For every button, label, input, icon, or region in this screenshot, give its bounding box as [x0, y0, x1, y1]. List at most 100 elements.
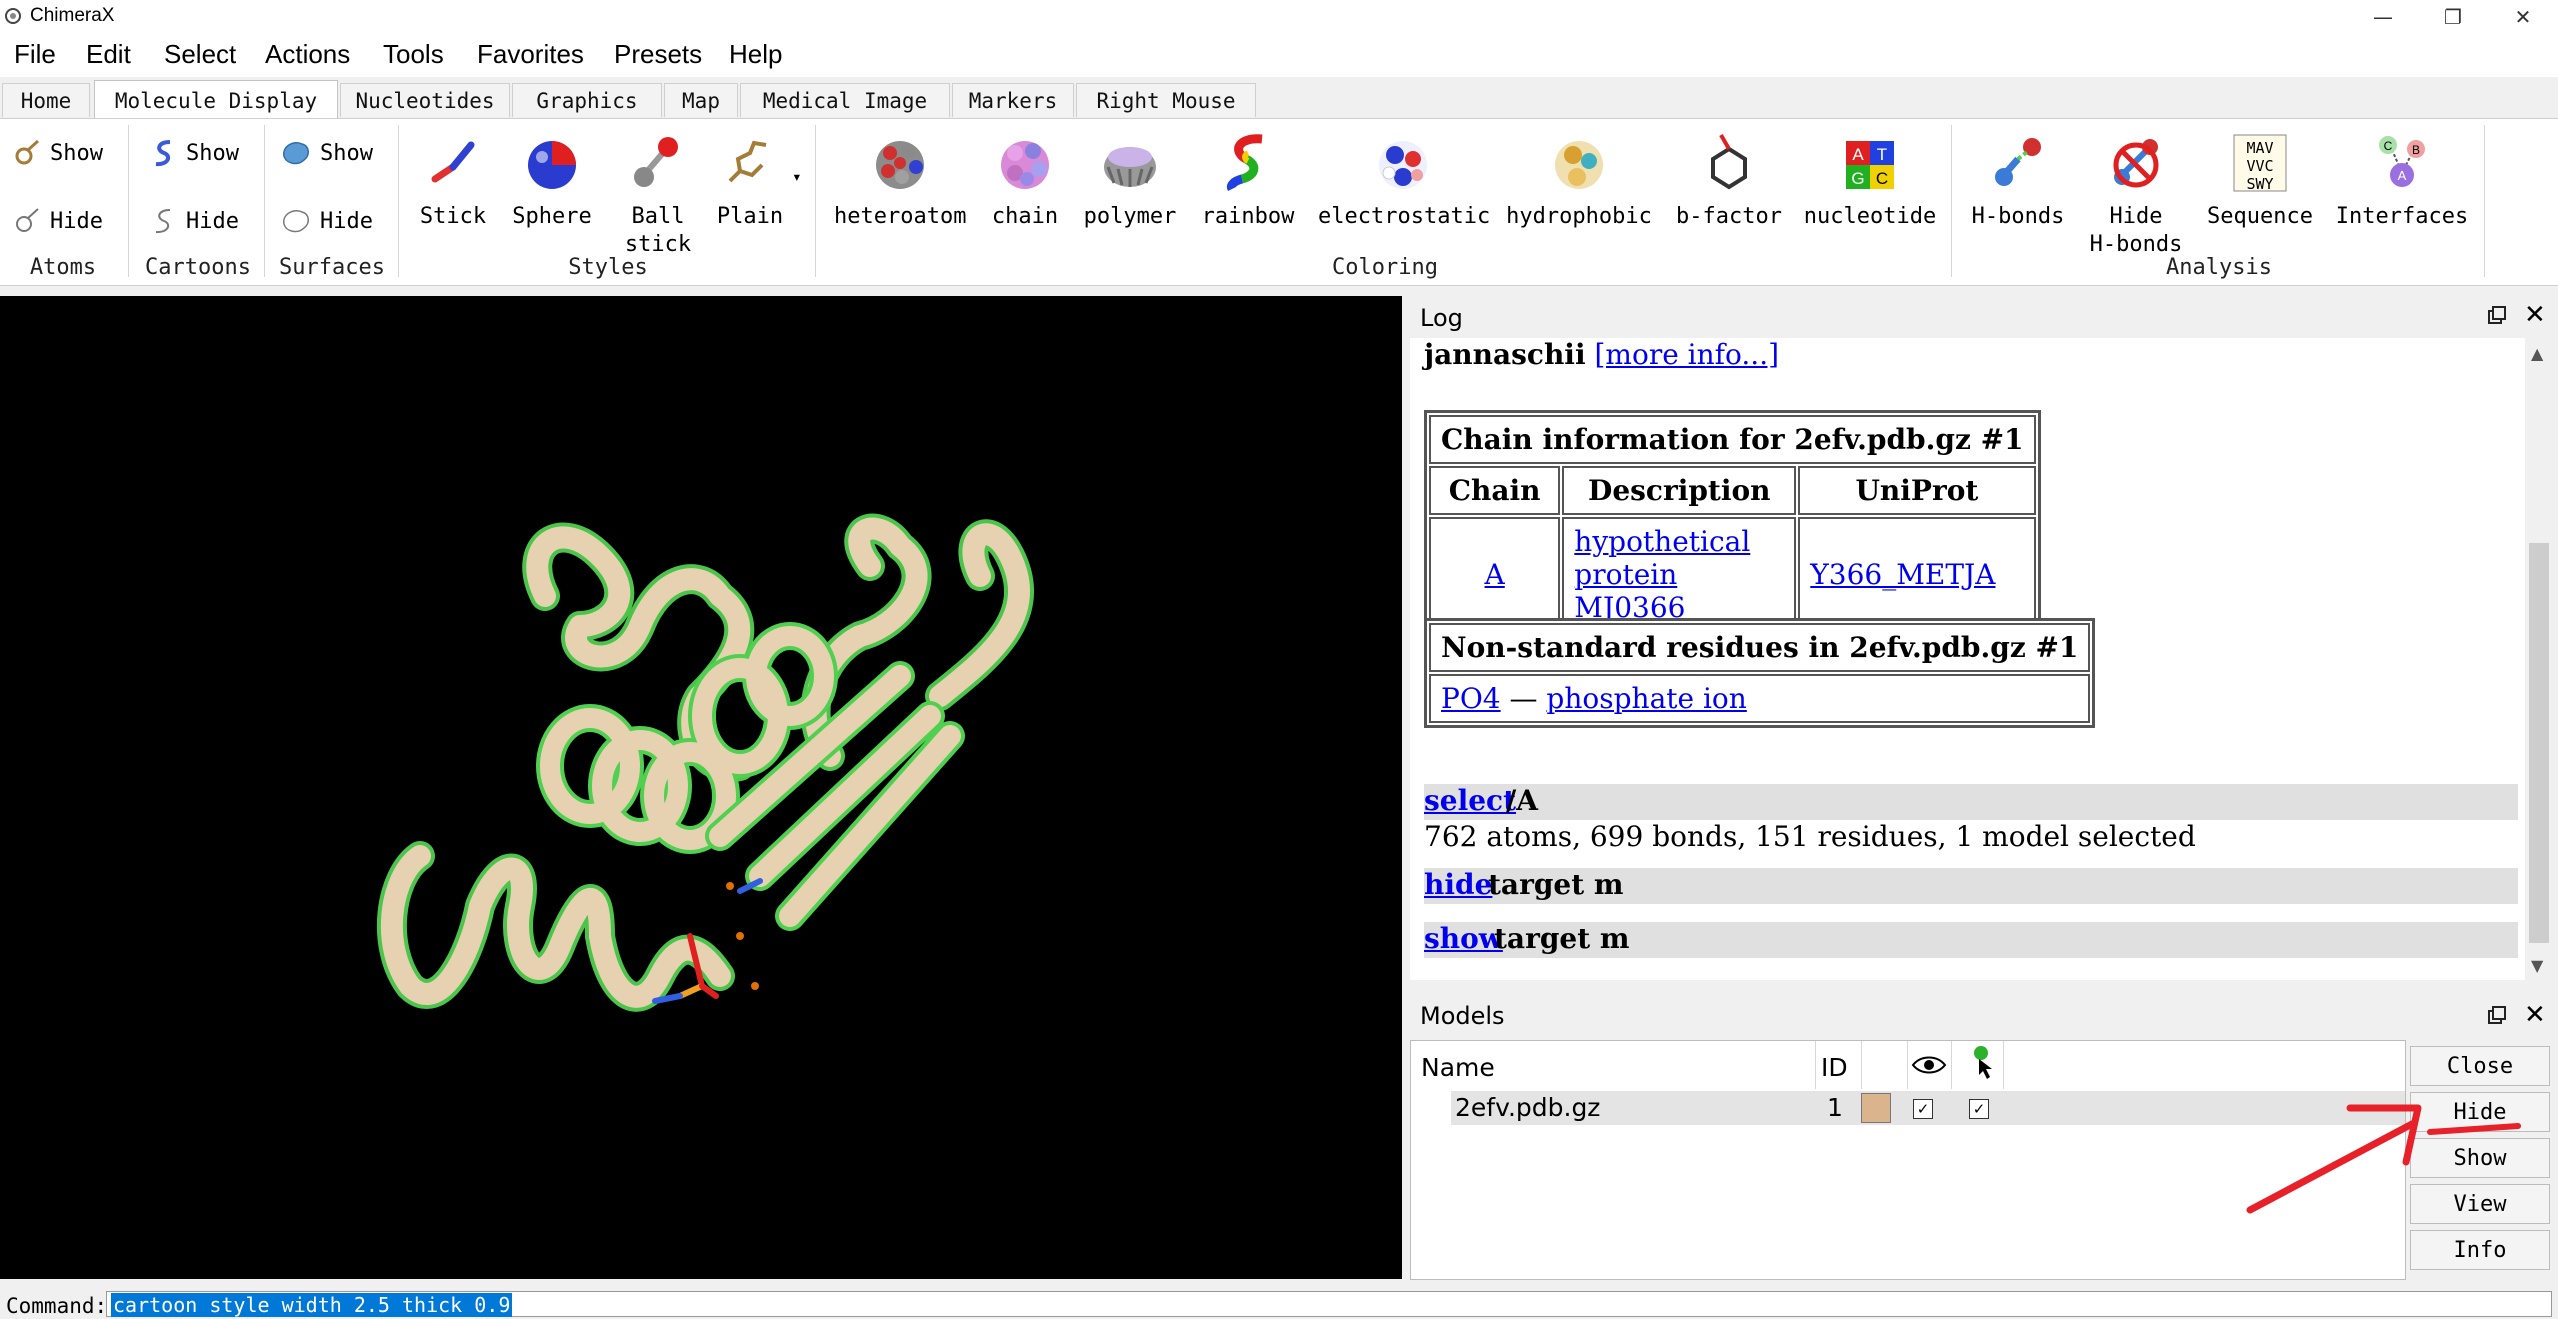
- command-input[interactable]: cartoon style width 2.5 thick 0.9: [106, 1291, 2552, 1317]
- hide-hbonds-button[interactable]: Hide H-bonds: [2086, 131, 2186, 259]
- log-close-icon[interactable]: ✕: [2524, 300, 2546, 330]
- surfaces-hide-button[interactable]: Hide: [280, 203, 373, 239]
- chain-info-table: Chain information for 2efv.pdb.gz #1 Cha…: [1424, 410, 2041, 637]
- ball-stick-icon: [634, 137, 678, 187]
- close-window-button[interactable]: ✕: [2488, 0, 2558, 33]
- style-sphere-button[interactable]: Sphere: [506, 131, 598, 231]
- cartoons-show-button[interactable]: Show: [148, 135, 239, 171]
- menu-favorites[interactable]: Favorites: [477, 39, 584, 70]
- color-electrostatic-button[interactable]: electrostatic: [1318, 131, 1491, 231]
- menu-tools[interactable]: Tools: [383, 39, 444, 70]
- model-color-swatch[interactable]: [1861, 1093, 1891, 1123]
- tab-markers[interactable]: Markers: [952, 83, 1074, 117]
- atoms-hide-label: Hide: [50, 208, 103, 234]
- graphics-viewport[interactable]: [0, 296, 1402, 1279]
- chain-label: chain: [991, 204, 1059, 229]
- log-command-link[interactable]: show: [1424, 922, 1503, 955]
- nucleotide-label: nucleotide: [1803, 204, 1937, 229]
- menu-edit[interactable]: Edit: [86, 39, 131, 70]
- scroll-up-icon[interactable]: ▲: [2531, 344, 2543, 363]
- description-link[interactable]: hypothetical protein MJ0366: [1574, 525, 1750, 624]
- more-info-link[interactable]: [more info...]: [1594, 338, 1779, 371]
- log-command-link[interactable]: hide: [1424, 868, 1492, 901]
- log-command-args: target m: [1488, 868, 1624, 901]
- scroll-down-icon[interactable]: ▼: [2531, 956, 2543, 975]
- style-plain-button[interactable]: Plain: [712, 131, 788, 231]
- menu-help[interactable]: Help: [729, 39, 782, 70]
- column-divider: [1951, 1041, 1952, 1089]
- style-stick-button[interactable]: Stick: [412, 131, 494, 231]
- restore-button[interactable]: ❐: [2418, 0, 2488, 33]
- annotation-arrow: [2246, 1104, 2521, 1214]
- style-ball-stick-button[interactable]: Ball stick: [618, 131, 698, 259]
- chain-table-header: Chain: [1429, 466, 1561, 515]
- menu-presets[interactable]: Presets: [614, 39, 702, 70]
- tab-medical-image[interactable]: Medical Image: [740, 83, 950, 117]
- menu-file[interactable]: File: [14, 39, 56, 70]
- electrostatic-label: electrostatic: [1318, 204, 1491, 229]
- atoms-show-icon: [15, 139, 40, 165]
- undock-icon[interactable]: [2488, 1006, 2506, 1024]
- color-nucleotide-button[interactable]: A T G C nucleotide: [1802, 131, 1938, 231]
- chevron-down-icon[interactable]: ▾: [792, 167, 802, 186]
- models-header-id: ID: [1821, 1053, 1848, 1082]
- phosphate-ion-link[interactable]: phosphate ion: [1546, 682, 1746, 715]
- group-label-cartoons: Cartoons: [145, 255, 251, 280]
- column-divider: [1861, 1041, 1862, 1089]
- color-heteroatom-button[interactable]: heteroatom: [834, 131, 966, 231]
- ribbon-divider: [128, 125, 129, 277]
- hydrophobic-label: hydrophobic: [1506, 204, 1652, 229]
- menu-select[interactable]: Select: [164, 39, 236, 70]
- log-content: jannaschii [more info...] Chain informat…: [1410, 338, 2525, 980]
- tab-map[interactable]: Map: [664, 83, 738, 117]
- tab-home[interactable]: Home: [2, 83, 90, 117]
- atoms-show-button[interactable]: Show: [12, 135, 103, 171]
- shown-checkbox[interactable]: ✓: [1913, 1099, 1933, 1119]
- models-panel-title: Models: [1420, 1002, 1505, 1030]
- models-close-icon[interactable]: ✕: [2524, 1000, 2546, 1030]
- log-scrollbar[interactable]: ▲ ▼: [2525, 338, 2553, 980]
- nonstd-table-caption: Non-standard residues in 2efv.pdb.gz #1: [1429, 623, 2091, 672]
- color-bfactor-button[interactable]: b-factor: [1670, 131, 1788, 231]
- undock-icon[interactable]: [2488, 306, 2506, 324]
- uniprot-link[interactable]: Y366_METJA: [1810, 558, 1995, 591]
- tab-graphics[interactable]: Graphics: [512, 83, 662, 117]
- nonstandard-residues-table: Non-standard residues in 2efv.pdb.gz #1 …: [1424, 618, 2096, 728]
- hbonds-button[interactable]: H-bonds: [1968, 131, 2068, 231]
- menu-actions[interactable]: Actions: [265, 39, 350, 70]
- selected-checkbox[interactable]: ✓: [1969, 1099, 1989, 1119]
- hbonds-label: H-bonds: [1971, 204, 2065, 229]
- chain-a-link[interactable]: A: [1485, 558, 1505, 591]
- cartoons-show-label: Show: [186, 140, 239, 166]
- color-hydrophobic-button[interactable]: hydrophobic: [1506, 131, 1652, 231]
- tab-right-mouse[interactable]: Right Mouse: [1076, 83, 1256, 117]
- color-chain-button[interactable]: chain: [984, 131, 1066, 231]
- log-organism: jannaschii: [1424, 338, 1586, 371]
- rainbow-label: rainbow: [1201, 204, 1295, 229]
- model-close-button[interactable]: Close: [2410, 1046, 2550, 1086]
- cartoons-hide-label: Hide: [186, 208, 239, 234]
- minimize-button[interactable]: —: [2348, 0, 2418, 33]
- atoms-hide-button[interactable]: Hide: [12, 203, 103, 239]
- cartoons-hide-button[interactable]: Hide: [148, 203, 239, 239]
- hydrophobic-icon: [1555, 141, 1603, 189]
- surfaces-show-button[interactable]: Show: [280, 135, 373, 171]
- log-command-args: /A: [1506, 784, 1538, 817]
- heteroatom-icon: [876, 141, 924, 189]
- log-command-link[interactable]: select: [1424, 784, 1516, 817]
- color-polymer-button[interactable]: polymer: [1082, 131, 1178, 231]
- tab-nucleotides[interactable]: Nucleotides: [340, 83, 510, 117]
- nucleotide-icon: A T G C: [1846, 141, 1894, 189]
- po4-link[interactable]: PO4: [1441, 682, 1501, 715]
- model-info-button[interactable]: Info: [2410, 1230, 2550, 1270]
- model-id: 1: [1827, 1093, 1843, 1122]
- sequence-button[interactable]: MAV VVC SWY Sequence: [2204, 131, 2316, 231]
- ribbon-divider: [264, 125, 265, 277]
- interfaces-button[interactable]: C B A Interfaces: [2334, 131, 2470, 231]
- heteroatom-label: heteroatom: [834, 204, 967, 229]
- color-rainbow-button[interactable]: rainbow: [1196, 131, 1300, 231]
- cartoons-hide-icon: [155, 209, 171, 234]
- tab-molecule-display[interactable]: Molecule Display: [94, 80, 338, 120]
- window-title: ChimeraX: [30, 5, 115, 26]
- log-scroll-thumb[interactable]: [2529, 543, 2549, 943]
